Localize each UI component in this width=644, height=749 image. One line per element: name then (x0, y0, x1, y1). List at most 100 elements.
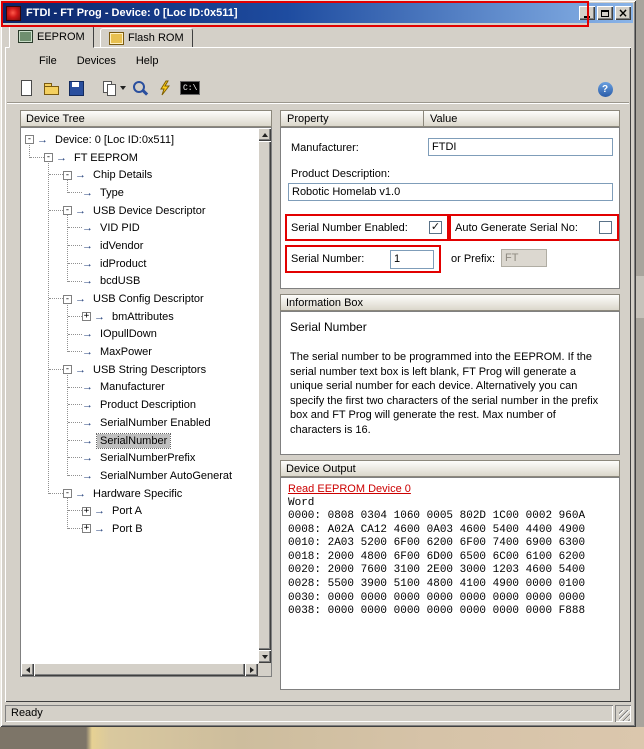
tree-node-arrow-icon: → (37, 134, 48, 146)
close-button[interactable]: × (615, 6, 631, 20)
tree-item-label[interactable]: VID PID (97, 221, 143, 235)
tree-item-label[interactable]: Type (97, 186, 127, 200)
tree-item-label[interactable]: Chip Details (90, 168, 155, 182)
scroll-down-button[interactable] (258, 650, 271, 663)
collapse-minus-icon[interactable]: - (25, 135, 34, 144)
tree-item-usb-device-descriptor[interactable]: -→USB Device Descriptor (21, 202, 258, 220)
serial-enabled-checkbox[interactable]: ✓ (429, 221, 442, 234)
product-description-label: Product Description: (291, 168, 390, 180)
menu-help[interactable]: Help (126, 53, 169, 69)
vertical-scroll-thumb[interactable] (258, 141, 271, 650)
tree-item-manufacturer[interactable]: →Manufacturer (21, 379, 258, 397)
product-description-input[interactable] (288, 183, 613, 201)
tree-item-serialnumber-autogenerat[interactable]: →SerialNumber AutoGenerat (21, 467, 258, 485)
tree-item-serialnumber-enabled[interactable]: →SerialNumber Enabled (21, 414, 258, 432)
copy-dropdown-button[interactable] (100, 77, 126, 99)
tree-item-label[interactable]: USB Config Descriptor (90, 292, 207, 306)
tree-item-label[interactable]: IOpullDown (97, 327, 160, 341)
tree-connector-line (68, 316, 82, 318)
help-button[interactable]: ? (594, 78, 616, 100)
tree-node-arrow-icon: → (75, 293, 86, 305)
tree-item-label[interactable]: USB Device Descriptor (90, 204, 208, 218)
tree-item-iopulldown[interactable]: →IOpullDown (21, 326, 258, 344)
tree-item-bcdusb[interactable]: →bcdUSB (21, 273, 258, 291)
tree-item-usb-string-descriptors[interactable]: -→USB String Descriptors (21, 361, 258, 379)
triangle-down-icon (262, 655, 268, 659)
tree-item-product-description[interactable]: →Product Description (21, 396, 258, 414)
tree-item-label[interactable]: Device: 0 [Loc ID:0x511] (52, 133, 177, 147)
horizontal-scroll-thumb[interactable] (34, 663, 245, 676)
tree-item-label[interactable]: FT EEPROM (71, 151, 141, 165)
save-button[interactable] (65, 77, 87, 99)
scroll-left-button[interactable] (21, 663, 34, 676)
new-document-icon (17, 79, 35, 97)
new-file-button[interactable] (15, 77, 37, 99)
tree-item-label[interactable]: idVendor (97, 239, 146, 253)
tree-item-idvendor[interactable]: →idVendor (21, 237, 258, 255)
scan-devices-button[interactable] (129, 77, 151, 99)
expand-plus-icon[interactable]: + (82, 507, 91, 516)
minimize-button[interactable] (579, 6, 595, 20)
scrollbar-corner (258, 663, 271, 676)
tree-horizontal-scrollbar[interactable] (21, 663, 258, 676)
expand-plus-icon[interactable]: + (82, 312, 91, 321)
tree-item-device-0-loc-id-0x511-[interactable]: -→ Device: 0 [Loc ID:0x511] (21, 131, 258, 149)
tree-item-label[interactable]: idProduct (97, 257, 149, 271)
tree-item-type[interactable]: →Type (21, 184, 258, 202)
scroll-up-button[interactable] (258, 128, 271, 141)
tree-item-label[interactable]: bmAttributes (109, 310, 177, 324)
collapse-minus-icon[interactable]: - (63, 489, 72, 498)
tree-item-label[interactable]: Product Description (97, 398, 199, 412)
menu-file[interactable]: File (29, 53, 67, 69)
tree-item-label[interactable]: Hardware Specific (90, 487, 185, 501)
tree-item-label[interactable]: SerialNumberPrefix (97, 451, 198, 465)
open-file-button[interactable] (40, 77, 62, 99)
tree-item-bmattributes[interactable]: +→bmAttributes (21, 308, 258, 326)
tab-strip: EEPROM Flash ROM (5, 25, 631, 47)
resize-grip[interactable] (615, 705, 631, 722)
console-button[interactable]: C:\ (179, 77, 201, 99)
tree-item-label[interactable]: bcdUSB (97, 274, 143, 288)
eeprom-tab-page: File Devices Help C:\ ? Device Tree (5, 47, 631, 702)
tree-item-vid-pid[interactable]: →VID PID (21, 219, 258, 237)
read-eeprom-link[interactable]: Read EEPROM Device 0 (288, 483, 411, 495)
scroll-right-button[interactable] (245, 663, 258, 676)
tree-item-serialnumber[interactable]: →SerialNumber (21, 432, 258, 450)
collapse-minus-icon[interactable]: - (44, 153, 53, 162)
tree-item-label[interactable]: USB String Descriptors (90, 363, 209, 377)
device-tree-header: Device Tree (20, 110, 272, 127)
tree-item-port-b[interactable]: +→Port B (21, 520, 258, 538)
tree-item-label[interactable]: MaxPower (97, 345, 155, 359)
tree-vertical-scrollbar[interactable] (258, 128, 271, 663)
tree-item-maxpower[interactable]: →MaxPower (21, 343, 258, 361)
tree-item-label[interactable]: Port A (109, 504, 145, 518)
tree-item-label[interactable]: SerialNumber (97, 434, 170, 448)
maximize-button[interactable] (597, 6, 613, 20)
tree-item-hardware-specific[interactable]: -→Hardware Specific (21, 485, 258, 503)
collapse-minus-icon[interactable]: - (63, 206, 72, 215)
tab-eeprom[interactable]: EEPROM (9, 25, 94, 48)
auto-generate-checkbox[interactable] (599, 221, 612, 234)
program-devices-button[interactable] (154, 77, 176, 99)
tree-node-arrow-icon: → (56, 152, 67, 164)
expand-plus-icon[interactable]: + (82, 524, 91, 533)
tree-item-label[interactable]: Port B (109, 522, 146, 536)
tree-item-label[interactable]: SerialNumber AutoGenerat (97, 469, 235, 483)
tree-item-label[interactable]: SerialNumber Enabled (97, 416, 214, 430)
tree-guide-line (67, 494, 69, 529)
tree-item-chip-details[interactable]: -→Chip Details (21, 166, 258, 184)
menu-devices[interactable]: Devices (67, 53, 126, 69)
tree-item-ft-eeprom[interactable]: -→ FT EEPROM (21, 149, 258, 167)
serial-number-input[interactable] (390, 250, 434, 269)
collapse-minus-icon[interactable]: - (63, 171, 72, 180)
tree-item-idproduct[interactable]: →idProduct (21, 255, 258, 273)
tree-item-usb-config-descriptor[interactable]: -→ USB Config Descriptor (21, 290, 258, 308)
tab-flash-rom[interactable]: Flash ROM (100, 28, 193, 48)
tree-item-label[interactable]: Manufacturer (97, 380, 168, 394)
tree-item-port-a[interactable]: +→Port A (21, 502, 258, 520)
manufacturer-input[interactable] (428, 138, 613, 156)
tree-item-serialnumberprefix[interactable]: →SerialNumberPrefix (21, 449, 258, 467)
tree-connector-line (49, 298, 63, 300)
collapse-minus-icon[interactable]: - (63, 365, 72, 374)
collapse-minus-icon[interactable]: - (63, 295, 72, 304)
